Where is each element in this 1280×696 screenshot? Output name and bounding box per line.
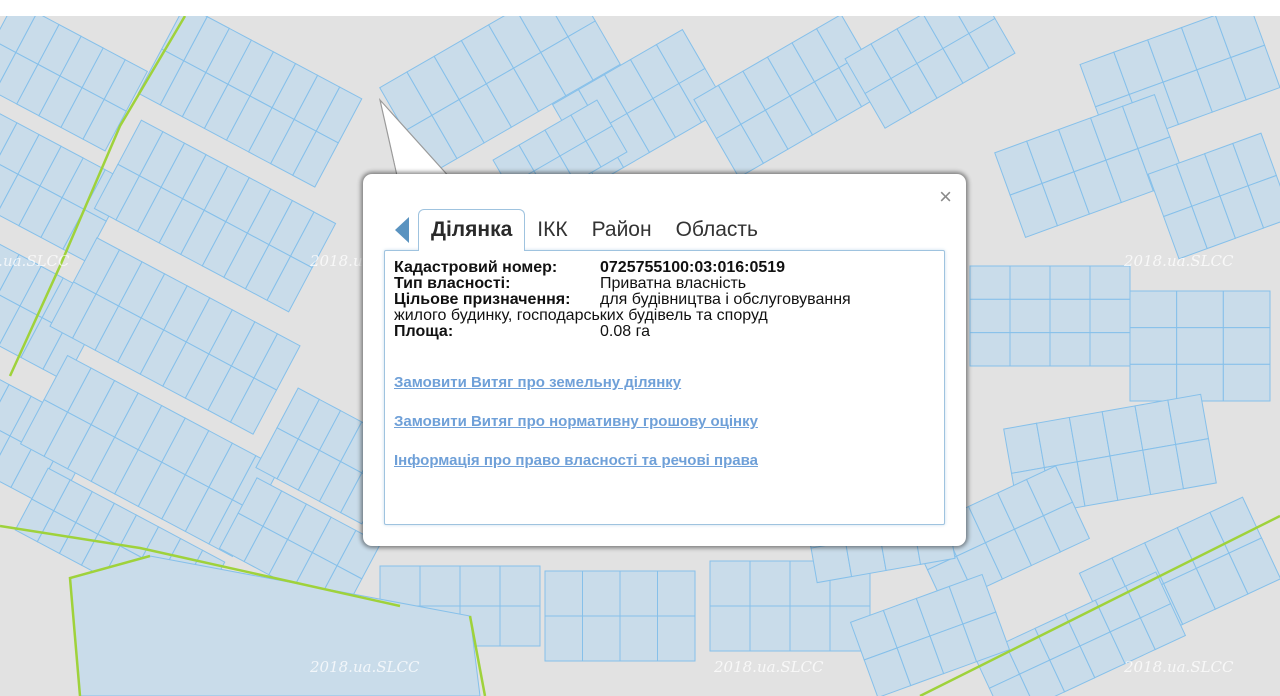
- parcel: [1009, 298, 1051, 334]
- parcel: [499, 565, 541, 607]
- watermark: 2018.ua.SLCC: [0, 252, 70, 270]
- parcel: [789, 605, 831, 652]
- parcel: [1222, 363, 1271, 402]
- parcel: [1176, 327, 1224, 365]
- parcel: [657, 615, 696, 662]
- parcel-info-popup: × Ділянка ІКК Район Область Кадастровий …: [363, 174, 966, 546]
- parcel: [749, 605, 791, 652]
- parcel-block: [994, 94, 1186, 238]
- parcel: [582, 615, 621, 662]
- ownership-label: Тип власності:: [394, 275, 511, 292]
- parcel-block: [844, 16, 1016, 129]
- watermark: 2018.ua.SLCC: [1124, 252, 1234, 270]
- parcel: [1129, 290, 1178, 329]
- tabs-previous-arrow-icon[interactable]: [395, 217, 409, 243]
- tab-parcel[interactable]: Ділянка: [418, 209, 526, 251]
- parcel: [810, 541, 853, 584]
- watermark: 2018.ua.SLCC: [1124, 658, 1234, 676]
- cadastral-label: Кадастровий номер:: [394, 259, 558, 276]
- parcel: [1222, 327, 1271, 365]
- parcel: [1089, 298, 1131, 334]
- parcel-info: Кадастровий номер: 0725755100:03:016:051…: [394, 260, 939, 340]
- parcel-block: [693, 16, 887, 179]
- area-label: Площа:: [394, 323, 454, 340]
- parcel-block: [544, 570, 696, 662]
- parcel: [1176, 290, 1224, 329]
- parcel: [1129, 327, 1178, 365]
- purpose-label: Цільове призначення:: [394, 291, 571, 308]
- parcel: [749, 560, 791, 607]
- parcel: [1222, 290, 1271, 329]
- purpose-row: Цільове призначення: для будівництва і о…: [394, 292, 939, 308]
- parcel: [1049, 332, 1091, 367]
- parcel: [1089, 332, 1131, 367]
- parcel: [1089, 265, 1131, 300]
- parcel: [1049, 265, 1091, 300]
- parcel-block: [973, 571, 1187, 696]
- parcel-block: [969, 265, 1131, 367]
- parcel-block: [1129, 290, 1271, 402]
- parcel: [582, 570, 621, 617]
- tab-district[interactable]: Район: [580, 218, 664, 251]
- parcel: [709, 560, 751, 607]
- area-row: Площа: 0.08 га: [394, 324, 939, 340]
- parcel: [1129, 363, 1178, 402]
- parcel: [499, 605, 541, 647]
- parcel: [619, 570, 658, 617]
- parcel: [709, 605, 751, 652]
- parcel: [1167, 393, 1210, 446]
- purpose-value-continued: жилого будинку, господарських будівель т…: [394, 307, 768, 324]
- parcel: [419, 565, 461, 607]
- parcel: [544, 615, 583, 662]
- purpose-value: для будівництва і обслуговування: [600, 291, 851, 308]
- parcel: [1175, 438, 1217, 490]
- close-icon[interactable]: ×: [939, 186, 952, 208]
- cadastral-number: 0725755100:03:016:0519: [600, 259, 786, 276]
- cadastral-row: Кадастровий номер: 0725755100:03:016:051…: [394, 260, 939, 276]
- order-valuation-extract-link[interactable]: Замовити Витяг про нормативну грошову оц…: [394, 413, 758, 430]
- parcel: [969, 332, 1011, 367]
- parcel: [619, 615, 658, 662]
- ownership-rights-info-link[interactable]: Інформація про право власності та речові…: [394, 452, 758, 469]
- area-value: 0.08 га: [600, 323, 650, 340]
- parcel: [1009, 332, 1051, 367]
- parcel: [969, 265, 1011, 300]
- popup-tabs: Ділянка ІКК Район Область: [418, 207, 770, 251]
- ownership-row: Тип власності: Приватна власність: [394, 276, 939, 292]
- parcel: [1009, 265, 1051, 300]
- tab-ikk[interactable]: ІКК: [525, 218, 579, 251]
- tab-panel-parcel: Кадастровий номер: 0725755100:03:016:051…: [384, 250, 945, 525]
- watermark: 2018.ua.SLCC: [310, 658, 420, 676]
- parcel: [459, 565, 501, 607]
- watermark: 2018.ua.SLCC: [714, 658, 824, 676]
- parcel: [657, 570, 696, 617]
- tab-region[interactable]: Область: [664, 218, 770, 251]
- parcel: [969, 298, 1011, 334]
- parcel: [1049, 298, 1091, 334]
- order-land-extract-link[interactable]: Замовити Витяг про земельну ділянку: [394, 374, 681, 391]
- parcel: [544, 570, 583, 617]
- ownership-value: Приватна власність: [600, 275, 747, 292]
